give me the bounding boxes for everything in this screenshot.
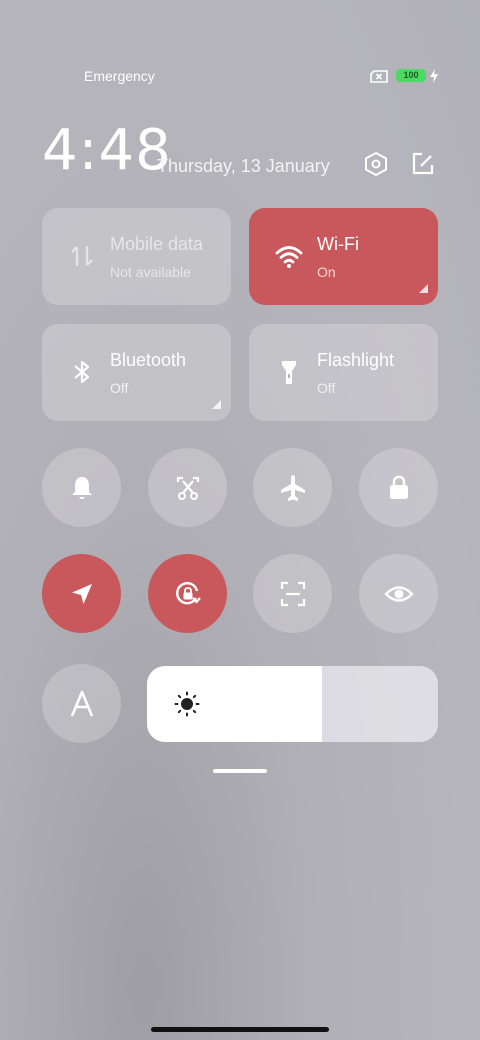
toggle-scanner[interactable] (253, 554, 332, 633)
font-icon (70, 690, 93, 716)
flashlight-icon (282, 361, 296, 384)
toggle-reading-mode[interactable] (359, 554, 438, 633)
screenshot-icon (176, 476, 199, 500)
toggle-font-size[interactable] (42, 664, 121, 743)
battery-icon: 100 (396, 69, 426, 82)
expand-corner-icon[interactable] (212, 400, 221, 409)
edit-icon[interactable] (410, 151, 436, 177)
tile-status: Off (317, 380, 336, 396)
sun-icon (174, 691, 200, 717)
settings-hexagon-icon[interactable] (363, 151, 389, 177)
toggle-location[interactable] (42, 554, 121, 633)
date: Thursday, 13 January (157, 156, 330, 176)
toggle-sound[interactable] (42, 448, 121, 527)
tile-status: Not available (110, 264, 191, 280)
tile-wifi[interactable]: Wi-Fi On (249, 208, 438, 305)
tile-status: Off (110, 380, 129, 396)
rotation-lock-icon (175, 581, 201, 604)
tile-status: On (317, 264, 336, 280)
tile-mobile-data[interactable]: Mobile data Not available (42, 208, 231, 305)
expand-corner-icon[interactable] (419, 284, 428, 293)
bluetooth-icon (74, 360, 90, 384)
mobile-data-icon (71, 246, 93, 266)
panel-drag-handle[interactable] (213, 769, 267, 773)
toggle-screenshot[interactable] (148, 448, 227, 527)
wifi-icon (275, 246, 303, 268)
brightness-slider[interactable] (147, 666, 438, 742)
tile-label: Wi-Fi (317, 234, 359, 254)
tile-label: Flashlight (317, 350, 395, 370)
tile-label: Mobile data (110, 234, 204, 254)
home-indicator[interactable] (151, 1027, 329, 1032)
location-icon (71, 583, 92, 604)
scanner-icon (280, 581, 305, 606)
reading-mode-eye-icon (383, 585, 414, 602)
tile-flashlight[interactable]: Flashlight Off (249, 324, 438, 421)
lock-icon (389, 475, 408, 499)
tile-bluetooth[interactable]: Bluetooth Off (42, 324, 231, 421)
charging-bolt-icon (430, 69, 438, 83)
bell-icon (71, 476, 92, 499)
carrier-label: Emergency (84, 68, 155, 84)
toggle-lock-screen[interactable] (359, 448, 438, 527)
no-sim-icon (370, 70, 388, 83)
toggle-airplane[interactable] (253, 448, 332, 527)
toggle-rotation-lock[interactable] (148, 554, 227, 633)
tile-label: Bluetooth (110, 350, 187, 370)
clock: 4:48 (42, 118, 172, 183)
airplane-icon (280, 474, 305, 501)
